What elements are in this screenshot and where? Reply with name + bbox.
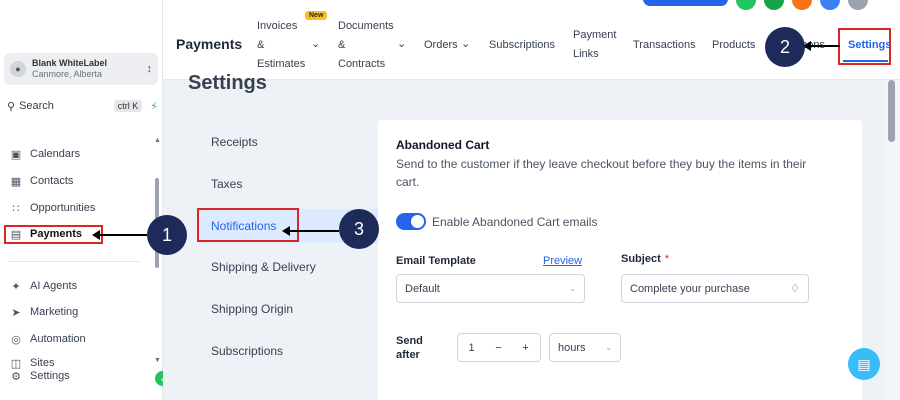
tab-invoices-estimates[interactable]: Invoices & Estimates bbox=[257, 17, 305, 74]
highlight-notifications bbox=[197, 208, 299, 242]
marker-2: 2 bbox=[765, 27, 805, 67]
gear-icon: ⚙ bbox=[11, 370, 21, 383]
sidebar-item-label: AI Agents bbox=[30, 280, 78, 292]
arrow-3 bbox=[282, 226, 339, 236]
notification-icon[interactable] bbox=[792, 0, 812, 10]
header-action-button[interactable] bbox=[643, 0, 728, 6]
scroll-down-icon[interactable]: ▼ bbox=[154, 357, 161, 364]
highlight-payments bbox=[4, 225, 103, 244]
sidebar-item-settings[interactable]: ⚙ Settings bbox=[8, 368, 70, 384]
subject-input[interactable]: Complete your purchase ♢ bbox=[621, 274, 809, 303]
chevron-down-icon[interactable]: ⌄ bbox=[461, 37, 470, 50]
settings-menu-receipts[interactable]: Receipts bbox=[198, 125, 378, 159]
settings-menu-shipping-origin[interactable]: Shipping Origin bbox=[198, 292, 378, 326]
account-location: Canmore, Alberta bbox=[32, 69, 103, 79]
send-after-unit-select[interactable]: hours ⌄ bbox=[549, 333, 621, 362]
minus-icon[interactable]: − bbox=[485, 342, 512, 354]
sidebar: ● Blank WhiteLabel Canmore, Alberta ↕ ⚲ … bbox=[0, 0, 170, 400]
tab-subscriptions[interactable]: Subscriptions bbox=[489, 36, 555, 55]
sidebar-item-label: Opportunities bbox=[30, 202, 96, 214]
sidebar-search[interactable]: ⚲ Search ctrl K ⚡ bbox=[4, 96, 158, 116]
sidebar-item-automation[interactable]: ◎ Automation bbox=[8, 329, 86, 349]
opportunities-icon: ∷ bbox=[12, 202, 20, 215]
new-badge: New bbox=[305, 11, 328, 20]
preview-link[interactable]: Preview bbox=[543, 255, 582, 267]
search-icon: ⚲ bbox=[7, 100, 16, 113]
header-icons bbox=[736, 0, 868, 10]
chevron-down-icon: ⌄ bbox=[605, 343, 612, 352]
abandoned-cart-description: Send to the customer if they leave check… bbox=[396, 157, 807, 189]
sidebar-item-contacts[interactable]: ▦ Contacts bbox=[8, 171, 74, 191]
sidebar-item-label: Contacts bbox=[30, 175, 74, 187]
chevron-down-icon: ⌄ bbox=[569, 284, 576, 293]
marker-3: 3 bbox=[339, 209, 379, 249]
tab-documents-contracts[interactable]: Documents & Contracts bbox=[338, 17, 394, 74]
send-after-value: 1 bbox=[468, 341, 475, 354]
support-chat-button[interactable]: ▤ bbox=[848, 348, 880, 380]
sidebar-divider bbox=[8, 261, 140, 262]
search-shortcut: ctrl K bbox=[113, 100, 143, 112]
abandoned-cart-card: Abandoned Cart Send to the customer if t… bbox=[378, 120, 862, 400]
sidebar-item-label: Settings bbox=[30, 370, 70, 382]
send-after-label: Send after bbox=[396, 335, 423, 361]
settings-menu-subscriptions[interactable]: Subscriptions bbox=[198, 334, 378, 368]
page-title: Settings bbox=[188, 72, 267, 94]
sidebar-item-opportunities[interactable]: ∷ Opportunities bbox=[8, 198, 96, 218]
account-switcher[interactable]: ● Blank WhiteLabel Canmore, Alberta ↕ bbox=[4, 53, 158, 85]
email-template-select[interactable]: Default ⌄ bbox=[396, 274, 585, 303]
sidebar-item-ai-agents[interactable]: ✦ AI Agents bbox=[8, 276, 77, 296]
chevron-updown-icon: ↕ bbox=[146, 63, 153, 75]
tab-products[interactable]: Products bbox=[712, 36, 755, 55]
abandoned-cart-toggle[interactable] bbox=[396, 213, 426, 230]
arrow-1 bbox=[92, 230, 147, 240]
tag-icon[interactable]: ♢ bbox=[790, 282, 800, 295]
plus-icon[interactable]: + bbox=[512, 342, 539, 354]
account-name: Blank WhiteLabel bbox=[32, 58, 108, 68]
email-template-label: Email Template bbox=[396, 255, 476, 267]
ai-agents-icon: ✦ bbox=[11, 280, 21, 293]
toggle-label: Enable Abandoned Cart emails bbox=[432, 215, 598, 229]
chevron-down-icon[interactable]: ⌄ bbox=[311, 37, 320, 50]
sidebar-item-label: Calendars bbox=[30, 148, 81, 160]
tab-orders[interactable]: Orders bbox=[424, 36, 458, 55]
sidebar-item-label: Marketing bbox=[30, 306, 79, 318]
calendar-icon: ▣ bbox=[10, 148, 22, 161]
highlight-settings-tab bbox=[838, 28, 891, 65]
sidebar-item-calendars[interactable]: ▣ Calendars bbox=[8, 144, 80, 164]
sidebar-item-marketing[interactable]: ➤ Marketing bbox=[8, 302, 78, 322]
main-scrollbar-thumb[interactable] bbox=[888, 80, 895, 142]
automation-icon: ◎ bbox=[11, 333, 21, 346]
tab-transactions[interactable]: Transactions bbox=[633, 36, 696, 55]
chevron-down-icon[interactable]: ⌄ bbox=[397, 37, 406, 50]
abandoned-cart-title: Abandoned Cart bbox=[396, 138, 490, 152]
marker-1: 1 bbox=[147, 215, 187, 255]
required-marker: * bbox=[664, 253, 670, 265]
module-title: Payments bbox=[176, 36, 243, 52]
contacts-icon: ▦ bbox=[10, 175, 22, 188]
tab-payment-links[interactable]: Payment Links bbox=[573, 26, 616, 64]
avatar[interactable] bbox=[848, 0, 868, 10]
send-after-stepper[interactable]: 1 − + bbox=[457, 333, 541, 362]
arrow-2 bbox=[803, 41, 840, 51]
send-icon: ➤ bbox=[11, 306, 21, 319]
settings-menu-taxes[interactable]: Taxes bbox=[198, 167, 378, 201]
phone-icon[interactable] bbox=[736, 0, 756, 10]
chat-icon[interactable] bbox=[764, 0, 784, 10]
scroll-up-icon[interactable]: ▲ bbox=[154, 137, 161, 144]
location-icon: ● bbox=[10, 61, 26, 77]
bolt-icon[interactable]: ⚡ bbox=[150, 100, 158, 113]
subject-label: Subject * bbox=[621, 253, 670, 265]
search-label: Search bbox=[19, 100, 54, 112]
sidebar-item-label: Automation bbox=[30, 333, 86, 345]
help-icon[interactable] bbox=[820, 0, 840, 10]
settings-menu-shipping-delivery[interactable]: Shipping & Delivery bbox=[198, 250, 378, 284]
